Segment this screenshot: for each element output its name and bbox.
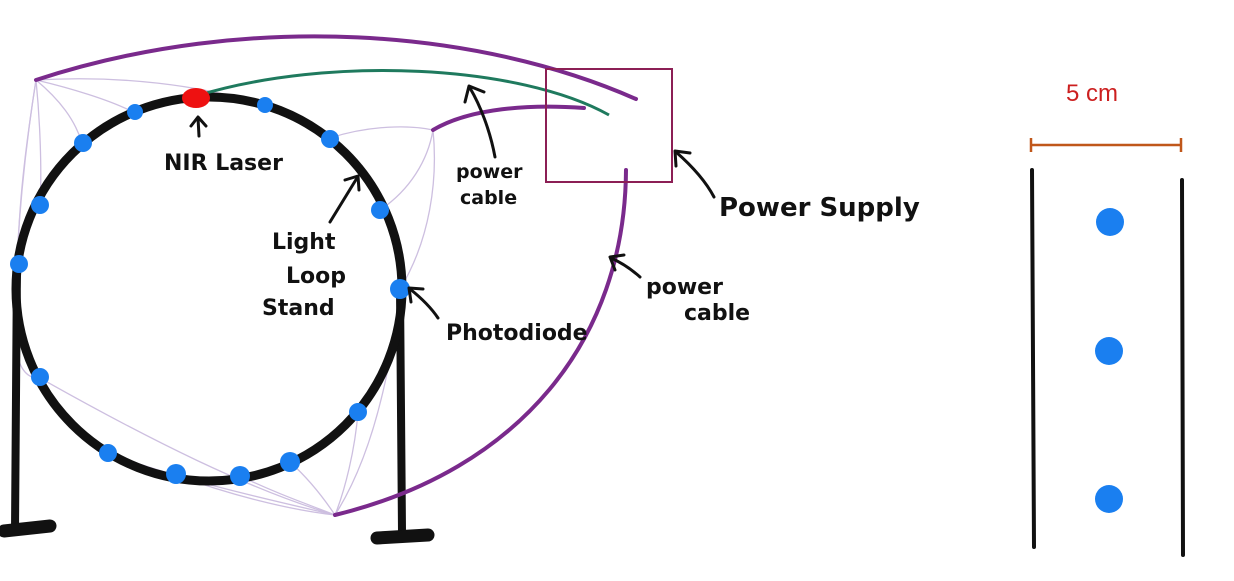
- diagram-canvas: NIR Laser power cable Power Supply Light…: [0, 0, 1234, 581]
- label-light-loop-stand-line2: Loop: [286, 264, 346, 289]
- photodiode-icon: [230, 466, 250, 486]
- scale-label: 5 cm: [1066, 80, 1118, 107]
- scale-bar: [1029, 138, 1183, 152]
- label-power-cable-right-line1: power: [646, 275, 723, 300]
- arrow-icon: [328, 174, 361, 224]
- photodiode-icon: [371, 201, 389, 219]
- photodiode-icon: [349, 403, 367, 421]
- label-light-loop-stand-line1: Light: [272, 230, 336, 255]
- nir-laser-icon: [182, 88, 210, 108]
- photodiode-icon: [74, 134, 92, 152]
- label-power-cable-right-line2: cable: [684, 301, 750, 326]
- arrow-icon: [463, 84, 497, 159]
- arrow-icon: [608, 253, 642, 279]
- photodiode-icon: [127, 104, 143, 120]
- arrow-icon: [673, 149, 716, 199]
- photodiode-icon: [10, 255, 28, 273]
- label-power-supply: Power Supply: [719, 193, 920, 223]
- inset-photodiode-icon: [1095, 337, 1123, 365]
- inset-photodiode-icon: [1096, 208, 1124, 236]
- photodiode-icon: [31, 196, 49, 214]
- photodiode-icon: [390, 279, 410, 299]
- photodiode-icon: [31, 368, 49, 386]
- labels: NIR Laser power cable Power Supply Light…: [164, 151, 920, 346]
- arrow-icon: [189, 115, 208, 138]
- photodiode-icon: [99, 444, 117, 462]
- photodiode-icon: [166, 464, 186, 484]
- label-photodiode: Photodiode: [446, 321, 588, 346]
- inset-right-rail: [1180, 178, 1185, 557]
- stand-left-foot: [0, 519, 57, 538]
- label-nir-laser: NIR Laser: [164, 151, 283, 176]
- scale-inset: 5 cm: [1029, 80, 1185, 557]
- label-power-cable-top-line1: power: [456, 161, 523, 183]
- photodiode-icon: [280, 452, 300, 472]
- power-cable-middle: [431, 104, 586, 132]
- photodiode-icon: [321, 130, 339, 148]
- arrow-icon: [407, 286, 440, 320]
- diagram-svg: NIR Laser power cable Power Supply Light…: [0, 34, 1185, 557]
- label-light-loop-stand-line3: Stand: [262, 296, 335, 321]
- label-power-cable-top-line2: cable: [460, 187, 517, 209]
- stand-right-foot: [370, 528, 435, 545]
- inset-photodiode-icon: [1095, 485, 1123, 513]
- photodiode-icon: [257, 97, 273, 113]
- inset-left-rail: [1030, 168, 1036, 549]
